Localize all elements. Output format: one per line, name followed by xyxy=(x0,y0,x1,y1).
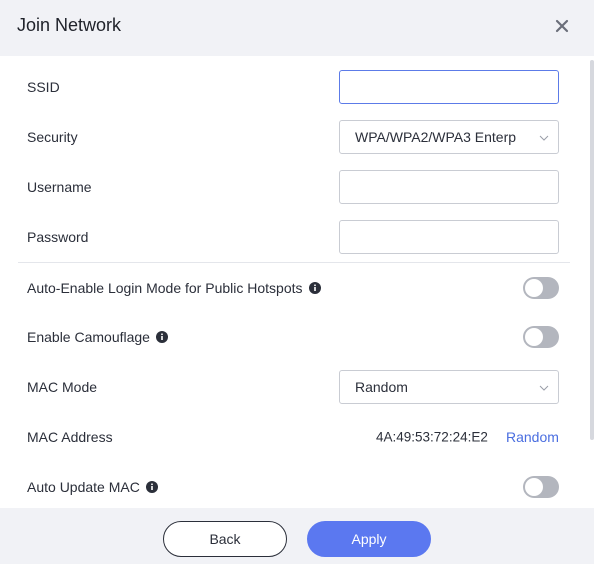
security-row: Security WPA/WPA2/WPA3 Enterp xyxy=(0,112,580,162)
info-icon[interactable] xyxy=(155,331,168,343)
ssid-label: SSID xyxy=(27,79,60,95)
auto-update-mac-label-text: Auto Update MAC xyxy=(27,479,140,495)
back-button[interactable]: Back xyxy=(163,521,287,557)
auto-update-mac-toggle[interactable] xyxy=(523,476,559,498)
chevron-down-icon xyxy=(539,135,549,141)
security-select[interactable]: WPA/WPA2/WPA3 Enterp xyxy=(339,120,559,154)
ssid-input[interactable] xyxy=(339,70,559,104)
scrollbar[interactable] xyxy=(590,60,594,440)
username-input[interactable] xyxy=(339,170,559,204)
dialog-header: Join Network xyxy=(0,0,594,56)
password-label: Password xyxy=(27,229,89,245)
security-label: Security xyxy=(27,129,78,145)
chevron-down-icon xyxy=(539,385,549,391)
auto-login-label-text: Auto-Enable Login Mode for Public Hotspo… xyxy=(27,280,303,296)
mac-address-value: 4A:49:53:72:24:E2 xyxy=(376,429,488,445)
info-icon[interactable] xyxy=(308,282,321,294)
dialog-body: SSID Security WPA/WPA2/WPA3 Enterp Usern… xyxy=(0,56,594,508)
auto-update-mac-row: Auto Update MAC xyxy=(0,462,580,508)
auto-update-mac-label: Auto Update MAC xyxy=(27,479,158,495)
info-icon[interactable] xyxy=(145,481,158,493)
auto-login-label: Auto-Enable Login Mode for Public Hotspo… xyxy=(27,280,321,296)
random-mac-link[interactable]: Random xyxy=(506,429,559,445)
toggle-knob xyxy=(525,478,543,496)
apply-button[interactable]: Apply xyxy=(307,521,431,557)
mac-mode-row: MAC Mode Random xyxy=(0,362,580,412)
toggle-knob xyxy=(525,279,543,297)
auto-login-toggle[interactable] xyxy=(523,277,559,299)
mac-address-label: MAC Address xyxy=(27,429,113,445)
close-icon[interactable] xyxy=(553,17,571,35)
username-label: Username xyxy=(27,179,92,195)
dialog-title: Join Network xyxy=(17,15,122,35)
password-input[interactable] xyxy=(339,220,559,254)
camouflage-toggle[interactable] xyxy=(523,326,559,348)
mac-mode-label: MAC Mode xyxy=(27,379,98,395)
mac-mode-select-value: Random xyxy=(355,379,408,395)
camouflage-label: Enable Camouflage xyxy=(27,329,168,345)
security-select-value: WPA/WPA2/WPA3 Enterp xyxy=(355,129,517,145)
mac-mode-select[interactable]: Random xyxy=(339,370,559,404)
camouflage-label-text: Enable Camouflage xyxy=(27,329,150,345)
dialog-footer: Back Apply xyxy=(0,508,594,564)
camouflage-row: Enable Camouflage xyxy=(0,312,580,362)
username-row: Username xyxy=(0,162,580,212)
ssid-row: SSID xyxy=(0,62,580,112)
join-network-dialog: Join Network SSID Security WPA/WPA2/WPA3… xyxy=(0,0,594,564)
mac-address-row: MAC Address 4A:49:53:72:24:E2 Random xyxy=(0,412,580,462)
toggle-knob xyxy=(525,328,543,346)
auto-login-row: Auto-Enable Login Mode for Public Hotspo… xyxy=(0,263,580,313)
password-row: Password xyxy=(0,212,580,262)
